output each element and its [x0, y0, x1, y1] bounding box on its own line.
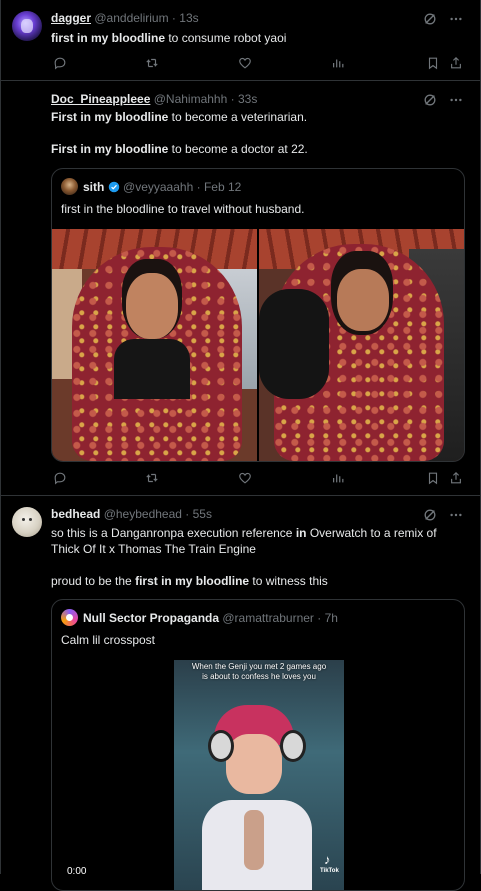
separator-dot: ·: [171, 11, 176, 25]
avatar[interactable]: [12, 507, 42, 537]
reply-icon[interactable]: [53, 56, 67, 70]
tweet-1[interactable]: dagger @anddelirium · 13s first in my bl…: [0, 0, 481, 80]
share-icon[interactable]: [449, 56, 463, 70]
user-name[interactable]: Null Sector Propaganda: [83, 611, 219, 625]
grok-icon[interactable]: [423, 93, 437, 107]
bookmark-icon[interactable]: [426, 471, 440, 485]
tweet-text: first in my bloodline to consume robot y…: [51, 31, 287, 45]
tweet-text-line-2: First in my bloodline to become a doctor…: [51, 142, 308, 156]
tweet-actions: [51, 56, 465, 72]
tweet-3[interactable]: bedhead @heybedhead · 55s so this is a D…: [0, 496, 481, 891]
reply-icon[interactable]: [53, 471, 67, 485]
separator-dot: ·: [230, 92, 235, 106]
grok-icon[interactable]: [423, 508, 437, 522]
user-name[interactable]: Doc_Pineappleee: [51, 92, 150, 106]
more-icon[interactable]: [449, 93, 463, 107]
video-time: 0:00: [67, 866, 87, 877]
quoted-tweet[interactable]: Null Sector Propaganda @ramattraburner ·…: [51, 599, 465, 891]
timestamp[interactable]: 7h: [325, 611, 338, 625]
video-caption: When the Genji you met 2 games ago is ab…: [191, 662, 327, 681]
quoted-video[interactable]: When the Genji you met 2 games ago is ab…: [174, 660, 344, 890]
verified-icon: [108, 181, 120, 193]
tweet-2[interactable]: Doc_Pineappleee @Nahimahhh · 33s First i…: [0, 81, 481, 495]
user-handle[interactable]: @ramattraburner: [222, 611, 314, 625]
timestamp[interactable]: 55s: [193, 507, 212, 521]
tweet-text-line-1: so this is a Danganronpa execution refer…: [51, 526, 437, 540]
more-icon[interactable]: [449, 12, 463, 26]
timestamp[interactable]: 33s: [238, 92, 257, 106]
user-handle[interactable]: @Nahimahhh: [154, 92, 228, 106]
timestamp[interactable]: Feb 12: [204, 180, 241, 194]
avatar[interactable]: [61, 609, 78, 626]
quoted-tweet-text: Calm lil crosspost: [61, 633, 156, 647]
quoted-photo-2[interactable]: [259, 229, 464, 461]
more-icon[interactable]: [449, 508, 463, 522]
tweet-text-line-3: proud to be the first in my bloodline to…: [51, 574, 328, 588]
quoted-tweet[interactable]: sith @veyyaaahh · Feb 12 first in the bl…: [51, 168, 465, 462]
timestamp[interactable]: 13s: [179, 11, 198, 25]
like-icon[interactable]: [238, 471, 252, 485]
tiktok-icon: ♪: [324, 852, 331, 867]
retweet-icon[interactable]: [145, 471, 159, 485]
bookmark-icon[interactable]: [426, 56, 440, 70]
separator-dot: ·: [317, 611, 322, 625]
quoted-tweet-text: first in the bloodline to travel without…: [61, 202, 305, 216]
user-handle[interactable]: @veyyaaahh: [123, 180, 193, 194]
tweet-text-line-2: Thick Of It x Thomas The Train Engine: [51, 542, 256, 556]
user-handle[interactable]: @anddelirium: [94, 11, 168, 25]
user-name[interactable]: dagger: [51, 11, 91, 25]
grok-icon[interactable]: [423, 12, 437, 26]
tweet-actions: [51, 471, 465, 487]
views-icon[interactable]: [331, 56, 345, 70]
separator-dot: ·: [196, 180, 201, 194]
user-name[interactable]: sith: [83, 180, 104, 194]
like-icon[interactable]: [238, 56, 252, 70]
user-handle[interactable]: @heybedhead: [104, 507, 182, 521]
tweet-text-line-1: First in my bloodline to become a veteri…: [51, 110, 308, 124]
avatar[interactable]: [12, 11, 42, 41]
share-icon[interactable]: [449, 471, 463, 485]
user-name[interactable]: bedhead: [51, 507, 100, 521]
retweet-icon[interactable]: [145, 56, 159, 70]
avatar[interactable]: [61, 178, 78, 195]
quoted-photo-1[interactable]: [52, 229, 257, 461]
separator-dot: ·: [185, 507, 190, 521]
tiktok-badge: TikTok: [320, 868, 339, 874]
views-icon[interactable]: [331, 471, 345, 485]
